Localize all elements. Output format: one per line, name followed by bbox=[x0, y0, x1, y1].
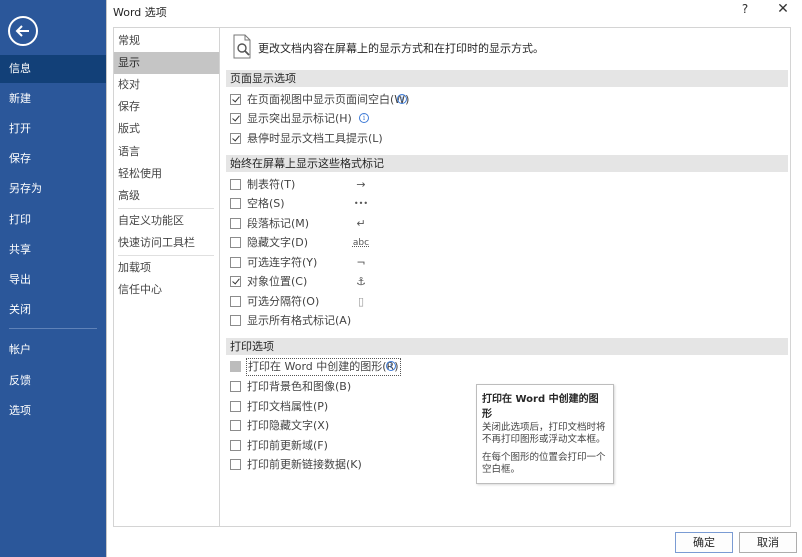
word-options-window: 信息 新建 打开 保存 另存为 打印 共享 导出 关闭 帐户 反馈 选项 Wor… bbox=[0, 0, 802, 557]
section-header-print: 打印选项 bbox=[226, 338, 788, 355]
option-label: 打印前更新链接数据(K) bbox=[247, 458, 362, 471]
option-label: 显示所有格式标记(A) bbox=[247, 314, 352, 327]
hidden-text-icon: abc bbox=[352, 238, 370, 248]
category-divider bbox=[118, 208, 214, 209]
category-proofing[interactable]: 校对 bbox=[114, 74, 219, 96]
backstage-item-open[interactable]: 打开 bbox=[0, 115, 106, 143]
category-quick-access-toolbar[interactable]: 快速访问工具栏 bbox=[114, 232, 219, 254]
option-label: 可选分隔符(O) bbox=[247, 295, 320, 308]
category-language[interactable]: 语言 bbox=[114, 141, 219, 163]
category-addins[interactable]: 加载项 bbox=[114, 257, 219, 279]
category-trust-center[interactable]: 信任中心 bbox=[114, 279, 219, 301]
checkbox[interactable] bbox=[230, 257, 241, 268]
info-icon[interactable]: i bbox=[397, 94, 407, 104]
checkbox[interactable] bbox=[230, 315, 241, 326]
checkbox[interactable] bbox=[230, 381, 241, 392]
backstage-item-info[interactable]: 信息 bbox=[0, 55, 106, 83]
option-label: 空格(S) bbox=[247, 197, 285, 210]
option-label: 打印隐藏文字(X) bbox=[247, 419, 330, 432]
backstage-item-new[interactable]: 新建 bbox=[0, 85, 106, 113]
optional-break-icon: ▯ bbox=[357, 295, 365, 308]
anchor-icon: ⚓ bbox=[356, 275, 366, 288]
checkbox[interactable] bbox=[230, 296, 241, 307]
info-icon[interactable]: i bbox=[386, 361, 396, 371]
backstage-item-account[interactable]: 帐户 bbox=[0, 336, 106, 364]
backstage-item-save[interactable]: 保存 bbox=[0, 145, 106, 173]
checkbox-checked[interactable] bbox=[230, 133, 241, 144]
backstage-item-options[interactable]: 选项 bbox=[0, 397, 106, 425]
tooltip-body: 在每个图形的位置会打印一个空白框。 bbox=[482, 452, 606, 475]
category-save[interactable]: 保存 bbox=[114, 96, 219, 118]
help-button[interactable]: ? bbox=[737, 2, 753, 20]
backstage-item-save-as[interactable]: 另存为 bbox=[0, 175, 106, 203]
category-display[interactable]: 显示 bbox=[114, 52, 219, 74]
back-button[interactable] bbox=[8, 16, 38, 46]
display-options-panel: 更改文档内容在屏幕上的显示方式和在打印时的显示方式。 页面显示选项 在页面视图中… bbox=[219, 27, 791, 527]
category-customize-ribbon[interactable]: 自定义功能区 bbox=[114, 210, 219, 232]
back-arrow-icon bbox=[15, 25, 29, 37]
checkbox-disabled[interactable] bbox=[230, 361, 241, 372]
backstage-item-share[interactable]: 共享 bbox=[0, 236, 106, 264]
option-label: 打印前更新域(F) bbox=[247, 439, 328, 452]
option-label: 在页面视图中显示页面间空白(W) bbox=[247, 93, 410, 106]
info-icon[interactable]: i bbox=[359, 113, 369, 123]
checkbox[interactable] bbox=[230, 237, 241, 248]
dialog-titlebar: Word 选项 ? ✕ bbox=[107, 0, 802, 22]
dialog-title: Word 选项 bbox=[113, 6, 167, 19]
checkbox[interactable] bbox=[230, 218, 241, 229]
checkbox[interactable] bbox=[230, 459, 241, 470]
display-magnifier-icon bbox=[232, 34, 254, 60]
optional-hyphen-icon: ¬ bbox=[356, 256, 366, 269]
category-accessibility[interactable]: 轻松使用 bbox=[114, 163, 219, 185]
category-divider bbox=[118, 255, 214, 256]
section-header-format-marks: 始终在屏幕上显示这些格式标记 bbox=[226, 155, 788, 172]
tooltip-title: 打印在 Word 中创建的图形 bbox=[482, 394, 599, 420]
backstage-item-export[interactable]: 导出 bbox=[0, 266, 106, 294]
checkbox-checked[interactable] bbox=[230, 94, 241, 105]
category-general[interactable]: 常规 bbox=[114, 30, 219, 52]
backstage-item-print[interactable]: 打印 bbox=[0, 206, 106, 234]
backstage-item-close[interactable]: 关闭 bbox=[0, 296, 106, 324]
backstage-divider bbox=[9, 328, 97, 329]
option-label: 打印背景色和图像(B) bbox=[247, 380, 352, 393]
option-label: 悬停时显示文档工具提示(L) bbox=[247, 132, 383, 145]
close-button[interactable]: ✕ bbox=[774, 1, 792, 19]
checkbox[interactable] bbox=[230, 401, 241, 412]
category-layout[interactable]: 版式 bbox=[114, 118, 219, 140]
panel-description: 更改文档内容在屏幕上的显示方式和在打印时的显示方式。 bbox=[258, 42, 544, 55]
checkbox[interactable] bbox=[230, 420, 241, 431]
checkbox-checked[interactable] bbox=[230, 276, 241, 287]
option-label: 显示突出显示标记(H) bbox=[247, 112, 352, 125]
checkbox-checked[interactable] bbox=[230, 113, 241, 124]
section-header-page-display: 页面显示选项 bbox=[226, 70, 788, 87]
option-label: 打印在 Word 中创建的图形(R) bbox=[246, 358, 401, 376]
checkbox[interactable] bbox=[230, 440, 241, 451]
options-dialog: Word 选项 ? ✕ 常规 显示 校对 保存 版式 语言 轻松使用 高级 自定… bbox=[106, 0, 802, 557]
option-label: 对象位置(C) bbox=[247, 275, 308, 288]
option-label: 隐藏文字(D) bbox=[247, 236, 309, 249]
checkbox[interactable] bbox=[230, 198, 241, 209]
info-tooltip: 打印在 Word 中创建的图形 关闭此选项后，打印文档时将不再打印图形或浮动文本… bbox=[476, 384, 614, 484]
backstage-pane: 信息 新建 打开 保存 另存为 打印 共享 导出 关闭 帐户 反馈 选项 bbox=[0, 0, 106, 557]
option-label: 可选连字符(Y) bbox=[247, 256, 318, 269]
tab-arrow-icon: → bbox=[356, 178, 366, 191]
option-label: 打印文档属性(P) bbox=[247, 400, 329, 413]
category-list: 常规 显示 校对 保存 版式 语言 轻松使用 高级 自定义功能区 快速访问工具栏… bbox=[113, 27, 220, 527]
category-advanced[interactable]: 高级 bbox=[114, 185, 219, 207]
option-label: 制表符(T) bbox=[247, 178, 296, 191]
space-dots-icon: ••• bbox=[353, 199, 369, 208]
backstage-item-feedback[interactable]: 反馈 bbox=[0, 367, 106, 395]
tooltip-body: 关闭此选项后，打印文档时将不再打印图形或浮动文本框。 bbox=[482, 422, 606, 445]
checkbox[interactable] bbox=[230, 179, 241, 190]
cancel-button[interactable]: 取消 bbox=[739, 532, 797, 553]
paragraph-mark-icon: ↵ bbox=[356, 217, 366, 230]
ok-button[interactable]: 确定 bbox=[675, 532, 733, 553]
option-label: 段落标记(M) bbox=[247, 217, 310, 230]
